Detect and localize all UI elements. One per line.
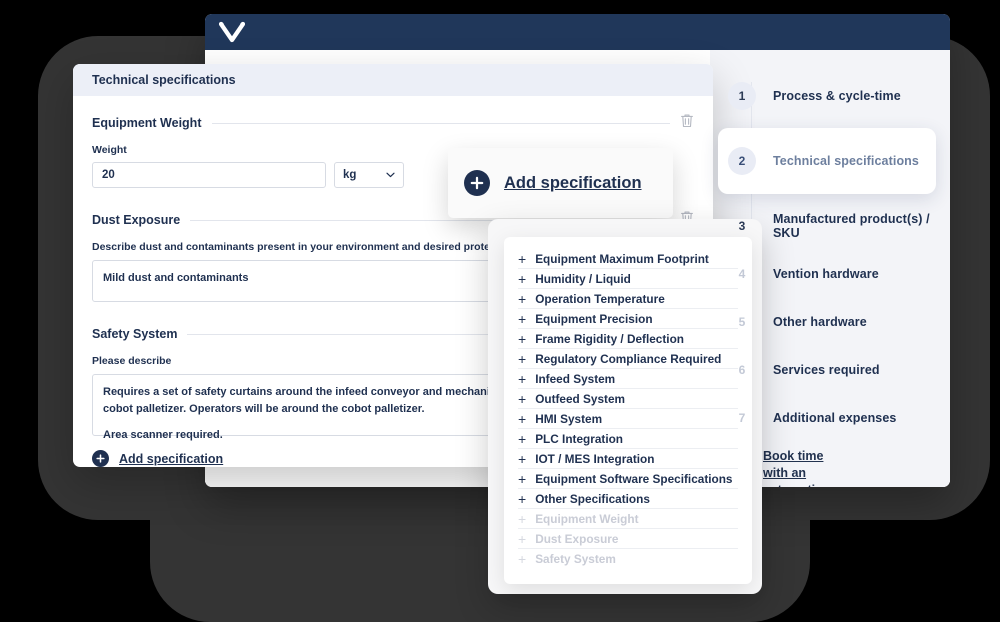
dropdown-option-label: Safety System <box>535 552 616 566</box>
section-divider <box>211 122 670 124</box>
dropdown-option-label: Infeed System <box>535 371 616 386</box>
panel-title: Technical specifications <box>73 64 713 96</box>
plus-icon: + <box>518 270 527 287</box>
dropdown-option-label: IOT / MES Integration <box>535 451 655 466</box>
step-number-badge: 4 <box>738 267 746 281</box>
step-number-badge: 1 <box>728 82 756 110</box>
plus-icon: + <box>518 450 527 467</box>
plus-icon: + <box>518 350 527 367</box>
add-specification-floating-card[interactable]: Add specification <box>448 148 673 218</box>
step-number-badge: 3 <box>738 219 746 233</box>
dropdown-option-other-specifications[interactable]: + Other Specifications <box>518 489 738 509</box>
dropdown-option-dust-exposure: + Dust Exposure <box>518 529 738 549</box>
step-label: Additional expenses <box>773 411 897 425</box>
add-specification-card-label: Add specification <box>504 173 642 192</box>
dropdown-option-label: Outfeed System <box>535 391 626 406</box>
dropdown-option-plc-integration[interactable]: + PLC Integration <box>518 429 738 449</box>
dropdown-option-equipment-software-specifications[interactable]: + Equipment Software Specifications <box>518 469 738 489</box>
step-number-badge: 7 <box>738 411 746 425</box>
plus-icon: + <box>518 490 527 507</box>
dropdown-option-label: Humidity / Liquid <box>535 271 631 286</box>
dropdown-option-label: Frame Rigidity / Deflection <box>535 331 684 346</box>
plus-icon: + <box>518 390 527 407</box>
section-header-equipment-weight: Equipment Weight <box>92 113 694 133</box>
dropdown-option-label: Equipment Maximum Footprint <box>535 251 709 266</box>
plus-icon: + <box>518 530 527 547</box>
plus-icon: + <box>518 510 527 527</box>
steps-sidebar: 1 Process & cycle-time 2 Technical speci… <box>710 50 950 487</box>
app-titlebar <box>205 14 950 50</box>
weight-input[interactable]: 20 <box>92 162 326 188</box>
dropdown-option-equipment-maximum-footprint[interactable]: + Equipment Maximum Footprint <box>518 249 738 269</box>
dropdown-option-outfeed-system[interactable]: + Outfeed System <box>518 389 738 409</box>
dropdown-option-humidity-liquid[interactable]: + Humidity / Liquid <box>518 269 738 289</box>
dropdown-option-hmi-system[interactable]: + HMI System <box>518 409 738 429</box>
dropdown-option-safety-system: + Safety System <box>518 549 738 569</box>
plus-circle-icon <box>92 450 109 467</box>
sidebar-step-2[interactable]: 2 Technical specifications <box>718 128 936 194</box>
dropdown-option-infeed-system[interactable]: + Infeed System <box>518 369 738 389</box>
plus-icon: + <box>518 470 527 487</box>
step-label: Other hardware <box>773 315 867 329</box>
dropdown-option-label: Regulatory Compliance Required <box>535 351 722 366</box>
dropdown-option-label: Operation Temperature <box>535 291 665 306</box>
dropdown-option-label: Other Specifications <box>535 491 650 506</box>
plus-icon: + <box>518 290 527 307</box>
screenshot-stage: 1 Process & cycle-time 2 Technical speci… <box>0 0 1000 622</box>
section-title: Equipment Weight <box>92 116 202 130</box>
dropdown-option-label: Dust Exposure <box>535 531 619 546</box>
trash-icon[interactable] <box>680 113 694 133</box>
plus-icon: + <box>518 430 527 447</box>
add-specification-label: Add specification <box>119 451 224 466</box>
dropdown-option-label: Equipment Weight <box>535 511 639 526</box>
dropdown-option-iot-mes-integration[interactable]: + IOT / MES Integration <box>518 449 738 469</box>
plus-icon: + <box>518 410 527 427</box>
dropdown-option-regulatory-compliance-required[interactable]: + Regulatory Compliance Required <box>518 349 738 369</box>
section-title: Dust Exposure <box>92 213 181 227</box>
step-label: Services required <box>773 363 880 377</box>
dropdown-option-frame-rigidity-deflection[interactable]: + Frame Rigidity / Deflection <box>518 329 738 349</box>
plus-icon: + <box>518 370 527 387</box>
plus-icon: + <box>518 330 527 347</box>
plus-icon: + <box>518 310 527 327</box>
step-label: Technical specifications <box>773 154 919 168</box>
step-number-badge: 5 <box>738 315 746 329</box>
dropdown-option-label: Equipment Precision <box>535 311 653 326</box>
vention-v-logo-icon <box>219 21 245 43</box>
sidebar-step-1[interactable]: 1 Process & cycle-time <box>710 72 950 120</box>
weight-unit-select[interactable]: kg <box>334 162 404 188</box>
dropdown-option-operation-temperature[interactable]: + Operation Temperature <box>518 289 738 309</box>
dropdown-option-label: PLC Integration <box>535 431 624 446</box>
plus-icon: + <box>518 551 527 567</box>
step-number-badge: 2 <box>728 147 756 175</box>
step-label: Vention hardware <box>773 267 879 281</box>
chevron-down-icon <box>386 169 395 181</box>
section-title: Safety System <box>92 327 178 341</box>
plus-icon: + <box>518 250 527 267</box>
dropdown-option-label: HMI System <box>535 411 603 426</box>
weight-unit-value: kg <box>343 169 357 181</box>
dropdown-option-equipment-weight: + Equipment Weight <box>518 509 738 529</box>
step-list: 1 Process & cycle-time 2 Technical speci… <box>710 72 950 487</box>
dropdown-option-label: Equipment Software Specifications <box>535 471 733 486</box>
step-label: Manufactured product(s) / SKU <box>773 212 930 240</box>
add-specification-dropdown: + Equipment Maximum Footprint + Humidity… <box>504 237 752 584</box>
plus-circle-icon <box>464 170 490 196</box>
step-label: Process & cycle-time <box>773 89 901 103</box>
dropdown-option-equipment-precision[interactable]: + Equipment Precision <box>518 309 738 329</box>
step-number-badge: 6 <box>738 363 746 377</box>
